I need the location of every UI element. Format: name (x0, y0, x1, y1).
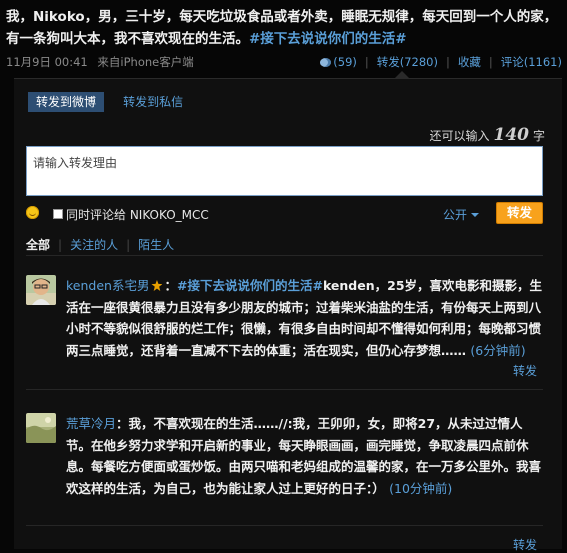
filter-all[interactable]: 全部 (26, 238, 50, 252)
repost-time[interactable]: (6分钟前) (470, 343, 525, 358)
also-comment-label: 同时评论给 NIKOKO_MCC (66, 208, 209, 222)
comment-link[interactable]: 评论(1161) (501, 55, 562, 69)
tab-repost-to-pm[interactable]: 转发到私信 (115, 92, 191, 112)
repost-action-button[interactable]: 转发 (513, 362, 537, 379)
remaining-count: 140 (493, 125, 529, 145)
chevron-down-icon (471, 213, 479, 217)
post-topic-link[interactable]: #接下去说说你们的生活# (249, 31, 407, 47)
repost-reason-input[interactable]: 请输入转发理由 (26, 146, 543, 196)
repost-submit-button[interactable]: 转发 (496, 202, 543, 224)
post-actions: (59) | 转发(7280) | 收藏 | 评论(1161) (320, 54, 562, 70)
visibility-dropdown[interactable]: 公开 (443, 206, 479, 223)
repost-panel: 转发到微博 转发到私信 还可以输入 140 字 请输入转发理由 同时评论给 NIKO… (14, 78, 562, 552)
favorite-link[interactable]: 收藏 (458, 55, 481, 69)
repost-tabs: 转发到微博 转发到私信 (28, 91, 197, 112)
repost-count-link[interactable]: 转发(7280) (377, 55, 438, 69)
filter-following[interactable]: 关注的人 (70, 238, 118, 252)
repost-user-link[interactable]: kenden系宅男 (66, 278, 149, 293)
emoticon-icon[interactable] (26, 206, 39, 219)
repost-user-link[interactable]: 荒草冷月 (66, 416, 116, 431)
also-comment-checkbox[interactable] (53, 209, 63, 219)
repost-content: kenden系宅男 ：#接下去说说你们的生活#kenden，25岁，喜欢电影和摄影… (66, 278, 543, 358)
panel-pointer (395, 71, 409, 78)
vip-badge-icon[interactable] (151, 280, 163, 291)
repost-topic-link[interactable]: #接下去说说你们的生活# (177, 278, 323, 293)
speaker-icon[interactable] (320, 58, 332, 67)
char-counter: 还可以输入 140 字 (429, 125, 545, 145)
listen-count[interactable]: (59) (333, 55, 357, 69)
repost-text: ：我，不喜欢现在的生活……//:我，王卯卯，女，即将27，从未过过情人节。在他乡… (66, 416, 542, 496)
post-source: 来自iPhone客户端 (97, 55, 194, 69)
divider (26, 389, 543, 390)
post-text: 我，Nikoko，男，三十岁，每天吃垃圾食品或者外卖，睡眠无规律，每天回到一个人… (6, 6, 562, 50)
repost-content: 荒草冷月：我，不喜欢现在的生活……//:我，王卯卯，女，即将27，从未过过情人节… (66, 413, 543, 499)
repost-action-button[interactable]: 转发 (513, 536, 537, 553)
composer-options: 同时评论给 NIKOKO_MCC 公开 转发 (26, 202, 543, 226)
avatar[interactable] (26, 413, 56, 443)
post-meta: 11月9日 00:41 来自iPhone客户端 (59) | 转发(7280) | 收藏… (6, 54, 562, 70)
avatar[interactable] (26, 275, 56, 305)
divider (26, 525, 543, 526)
repost-item: kenden系宅男 ：#接下去说说你们的生活#kenden，25岁，喜欢电影和摄影… (26, 275, 543, 395)
filter-strangers[interactable]: 陌生人 (138, 238, 174, 252)
divider (26, 255, 543, 256)
repost-filter: 全部 | 关注的人 | 陌生人 (26, 238, 175, 252)
repost-item: 荒草冷月：我，不喜欢现在的生活……//:我，王卯卯，女，即将27，从未过过情人节… (26, 413, 543, 553)
post-date[interactable]: 11月9日 00:41 (6, 55, 88, 69)
repost-time[interactable]: (10分钟前) (389, 481, 452, 496)
tab-repost-to-weibo[interactable]: 转发到微博 (28, 92, 105, 112)
